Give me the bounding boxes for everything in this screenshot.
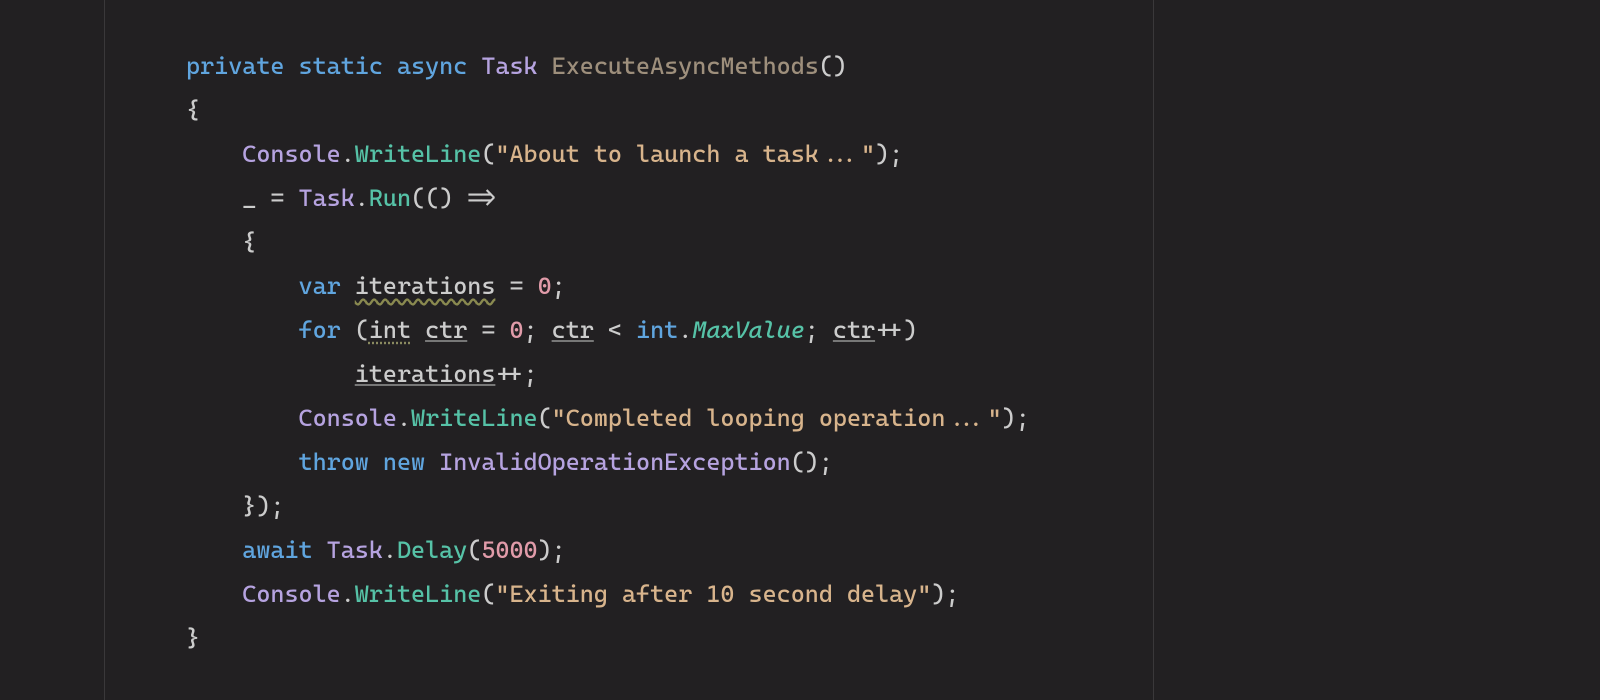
code-token: async: [397, 52, 467, 80]
code-token: <: [594, 316, 636, 344]
code-token: (: [481, 140, 495, 168]
code-token: Console: [242, 580, 340, 608]
code-token: 0: [538, 272, 552, 300]
code-token: Run: [369, 184, 411, 212]
code-token: static: [299, 52, 383, 80]
code-token: {: [242, 228, 256, 256]
code-token: ExecuteAsyncMethods: [552, 52, 819, 80]
code-token: [467, 52, 481, 80]
code-token: Task: [299, 184, 355, 212]
code-token: await: [242, 536, 312, 564]
code-token: ;: [524, 316, 552, 344]
code-block[interactable]: private static async Task ExecuteAsyncMe…: [186, 44, 1030, 660]
code-token: MaxValue: [692, 316, 805, 344]
code-token: (: [481, 580, 495, 608]
code-token: 5000: [481, 536, 537, 564]
code-line[interactable]: }: [186, 616, 1030, 660]
code-token: iterations: [355, 272, 496, 300]
code-token: [341, 272, 355, 300]
code-line[interactable]: throw new InvalidOperationException();: [186, 440, 1030, 484]
code-token: (: [538, 404, 552, 432]
code-token: );: [931, 580, 959, 608]
code-line[interactable]: {: [186, 220, 1030, 264]
code-token: );: [538, 536, 566, 564]
code-token: }: [186, 624, 200, 652]
code-line[interactable]: _ = Task.Run(() =>: [186, 176, 1030, 220]
code-token: Task: [481, 52, 537, 80]
code-token: InvalidOperationException: [439, 448, 791, 476]
code-token: for: [299, 316, 341, 344]
code-line[interactable]: var iterations = 0;: [186, 264, 1030, 308]
code-line[interactable]: private static async Task ExecuteAsyncMe…: [186, 44, 1030, 88]
code-token: ;: [552, 272, 566, 300]
code-line[interactable]: });: [186, 484, 1030, 528]
code-token: [411, 316, 425, 344]
code-token: (: [467, 536, 481, 564]
code-token: ++;: [495, 360, 537, 388]
code-token: var: [299, 272, 341, 300]
code-token: (() =>: [411, 184, 495, 212]
code-token: new: [383, 448, 425, 476]
code-token: Task: [327, 536, 383, 564]
code-token: private: [186, 52, 284, 80]
code-token: [383, 52, 397, 80]
code-token: ();: [791, 448, 833, 476]
code-token: });: [242, 492, 284, 520]
code-token: [313, 536, 327, 564]
code-token: ctr: [425, 316, 467, 344]
code-token: ctr: [833, 316, 875, 344]
code-token: .: [341, 580, 355, 608]
code-token: int: [636, 316, 678, 344]
code-token: iterations: [355, 360, 496, 388]
code-token: [284, 52, 298, 80]
code-token: .: [341, 140, 355, 168]
code-line[interactable]: Console.WriteLine("Exiting after 10 seco…: [186, 572, 1030, 616]
code-token: );: [875, 140, 903, 168]
code-line[interactable]: await Task.Delay(5000);: [186, 528, 1030, 572]
code-token: ;: [805, 316, 833, 344]
code-token: "About to launch a task...": [495, 140, 875, 168]
code-token: WriteLine: [355, 140, 482, 168]
code-token: _ =: [242, 184, 298, 212]
code-token: (: [341, 316, 369, 344]
code-token: "Exiting after 10 second delay": [495, 580, 931, 608]
code-token: ctr: [552, 316, 594, 344]
code-token: .: [355, 184, 369, 212]
code-token: .: [397, 404, 411, 432]
code-token: [369, 448, 383, 476]
code-token: "Completed looping operation...": [552, 404, 1002, 432]
code-token: .: [678, 316, 692, 344]
code-line[interactable]: Console.WriteLine("Completed looping ope…: [186, 396, 1030, 440]
code-token: =: [467, 316, 509, 344]
code-token: int: [369, 316, 411, 344]
code-token: {: [186, 96, 200, 124]
code-token: 0: [509, 316, 523, 344]
code-token: =: [495, 272, 537, 300]
code-line[interactable]: {: [186, 88, 1030, 132]
code-line[interactable]: for (int ctr = 0; ctr < int.MaxValue; ct…: [186, 308, 1030, 352]
code-line[interactable]: iterations++;: [186, 352, 1030, 396]
code-line[interactable]: Console.WriteLine("About to launch a tas…: [186, 132, 1030, 176]
code-token: Console: [299, 404, 397, 432]
code-token: WriteLine: [411, 404, 538, 432]
code-token: );: [1002, 404, 1030, 432]
code-token: [425, 448, 439, 476]
code-token: (): [819, 52, 847, 80]
code-token: [538, 52, 552, 80]
code-token: Delay: [397, 536, 467, 564]
code-token: ++): [875, 316, 917, 344]
code-token: Console: [242, 140, 340, 168]
code-token: .: [383, 536, 397, 564]
code-token: throw: [299, 448, 369, 476]
code-token: WriteLine: [355, 580, 482, 608]
